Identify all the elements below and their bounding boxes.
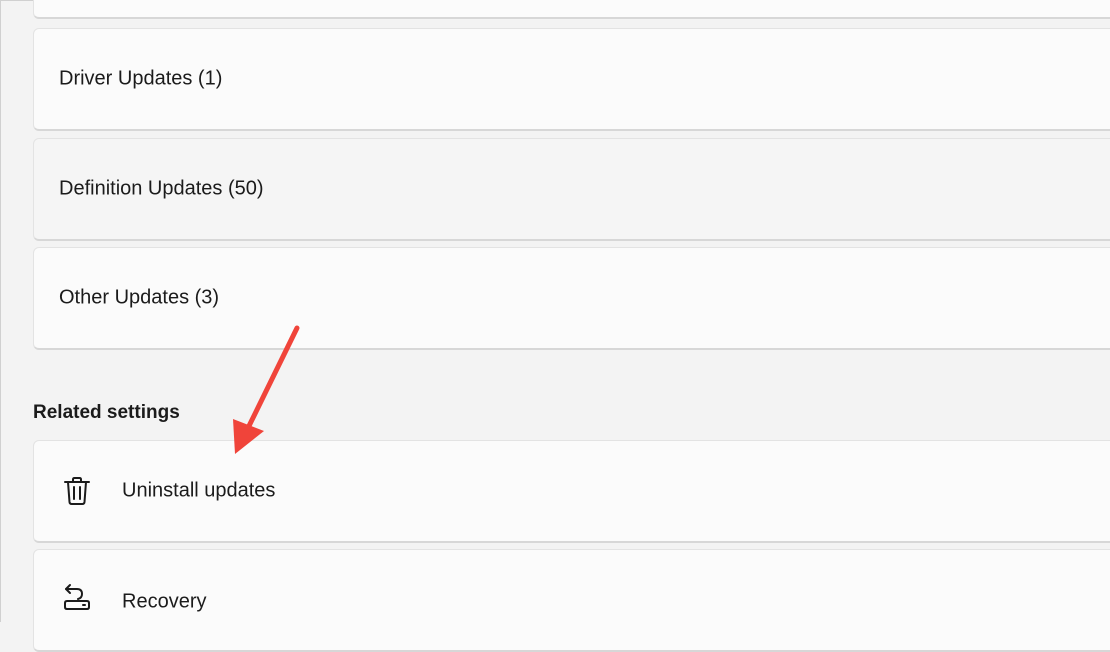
uninstall-updates-item[interactable]: Uninstall updates	[33, 440, 1110, 543]
driver-updates-item[interactable]: Driver Updates (1)	[33, 28, 1110, 131]
recovery-icon	[60, 580, 94, 614]
definition-updates-label: Definition Updates (50)	[59, 177, 264, 200]
settings-window: Driver Updates (1) Definition Updates (5…	[0, 0, 1110, 652]
driver-updates-label: Driver Updates (1)	[59, 67, 223, 90]
related-settings-heading: Related settings	[33, 402, 180, 423]
recovery-label: Recovery	[122, 590, 207, 613]
previous-update-category[interactable]	[33, 0, 1110, 19]
uninstall-updates-label: Uninstall updates	[122, 479, 276, 502]
recovery-item[interactable]: Recovery	[33, 549, 1110, 652]
other-updates-item[interactable]: Other Updates (3)	[33, 247, 1110, 350]
other-updates-label: Other Updates (3)	[59, 286, 220, 309]
trash-icon	[60, 474, 94, 508]
definition-updates-item[interactable]: Definition Updates (50)	[33, 138, 1110, 241]
